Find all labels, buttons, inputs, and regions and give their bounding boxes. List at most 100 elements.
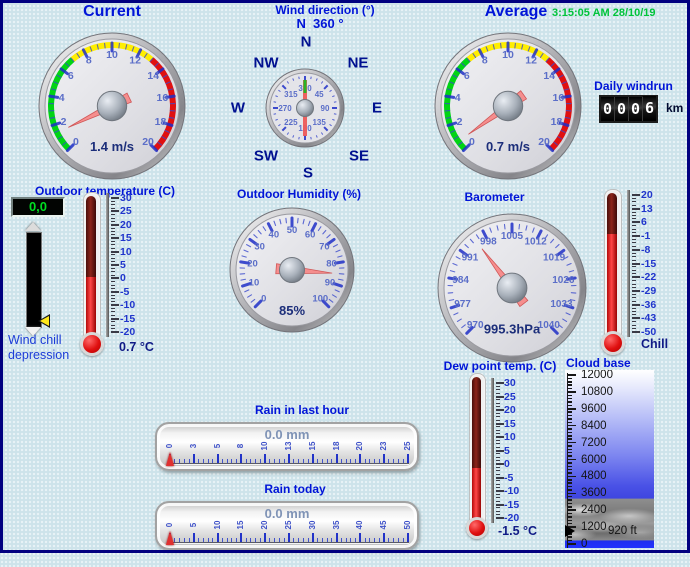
cardinal-sw: SW xyxy=(254,148,278,165)
svg-text:20: 20 xyxy=(247,259,258,270)
daily-windrun-label: Daily windrun xyxy=(586,79,681,93)
svg-text:4: 4 xyxy=(59,92,65,104)
cardinal-s: S xyxy=(303,165,313,182)
svg-text:2: 2 xyxy=(61,116,67,128)
svg-text:1005: 1005 xyxy=(501,231,524,242)
svg-text:0: 0 xyxy=(469,136,475,148)
dew-point-value: -1.5 °C xyxy=(498,524,537,538)
svg-text:0.7 m/s: 0.7 m/s xyxy=(486,139,530,154)
svg-text:40: 40 xyxy=(269,229,280,240)
svg-text:60: 60 xyxy=(305,229,316,240)
svg-text:1019: 1019 xyxy=(543,252,566,263)
svg-text:16: 16 xyxy=(553,92,565,104)
svg-text:14: 14 xyxy=(147,70,159,82)
slider-up-icon[interactable] xyxy=(25,222,41,231)
humidity-title: Outdoor Humidity (%) xyxy=(209,187,389,201)
odometer-digit: 0 xyxy=(629,97,643,121)
svg-text:50: 50 xyxy=(287,225,298,236)
svg-text:991: 991 xyxy=(462,252,479,263)
svg-text:984: 984 xyxy=(452,275,469,286)
windrun-odometer: 0006 xyxy=(599,95,658,123)
svg-text:18: 18 xyxy=(155,116,167,128)
rain-pointer-icon xyxy=(166,452,174,466)
svg-text:1026: 1026 xyxy=(552,275,575,286)
odometer-digit: 6 xyxy=(643,96,656,120)
current-wind-title: Current xyxy=(37,3,187,21)
svg-text:1012: 1012 xyxy=(524,237,547,248)
rain-pointer-icon xyxy=(166,531,174,545)
barometer-title: Barometer xyxy=(422,190,567,204)
odometer-digit: 0 xyxy=(615,97,629,121)
svg-text:225: 225 xyxy=(284,118,298,127)
weather-dashboard: { "window": { "timestamp": "3:15:05 AM 2… xyxy=(0,0,690,567)
humidity-gauge: 010 20 30 40 50 6070 80 90 100 85% xyxy=(228,206,356,334)
svg-text:270: 270 xyxy=(278,104,292,113)
svg-text:12: 12 xyxy=(129,55,141,67)
svg-text:90: 90 xyxy=(325,277,336,288)
cardinal-n: N xyxy=(301,34,312,51)
wind-direction-compass: 3604590135180225270315 xyxy=(264,67,346,149)
windrun-unit: km xyxy=(666,101,683,115)
barometer-gauge: 970 977 984 991998 10051012 1019 1026 1033 10409… xyxy=(436,212,588,364)
svg-text:4: 4 xyxy=(455,92,461,104)
svg-text:100: 100 xyxy=(312,293,328,304)
rain-last-hour-gauge: 0.0 mm 035810131518202325 xyxy=(155,422,419,471)
dew-point-title: Dew point temp. (C) xyxy=(430,359,570,373)
svg-text:14: 14 xyxy=(543,70,555,82)
cardinal-e: E xyxy=(372,100,382,117)
cardinal-w: W xyxy=(231,100,245,117)
svg-text:18: 18 xyxy=(551,116,563,128)
cardinal-se: SE xyxy=(349,148,369,165)
wind-direction-readout: N 360 ° xyxy=(240,16,400,31)
average-wind-gauge: 02 468 10 12 14 16 1820 0.7 m/s xyxy=(433,31,583,181)
odometer-digit: 0 xyxy=(601,97,615,121)
svg-text:90: 90 xyxy=(321,104,330,113)
svg-text:977: 977 xyxy=(454,299,471,310)
cloud-base-title: Cloud base xyxy=(566,356,628,370)
svg-text:8: 8 xyxy=(86,55,92,67)
svg-text:6: 6 xyxy=(464,70,470,82)
outdoor-temperature-thermometer: 302520151050-5-10-15-20 xyxy=(80,190,155,365)
dew-point-thermometer: 302520151050-5-10-15-20 xyxy=(465,373,540,543)
svg-text:45: 45 xyxy=(315,90,324,99)
svg-text:1.4 m/s: 1.4 m/s xyxy=(90,139,134,154)
chill-thermometer: 20136-1-8-15-22-29-36-43-50 xyxy=(600,185,675,360)
temperature-lcd: 0,0 xyxy=(11,197,65,217)
svg-text:20: 20 xyxy=(538,136,550,148)
svg-text:315: 315 xyxy=(284,90,298,99)
svg-text:135: 135 xyxy=(312,118,326,127)
cardinal-ne: NE xyxy=(348,55,369,72)
cloud-base-value: 920 ft xyxy=(608,525,637,537)
svg-text:70: 70 xyxy=(319,241,330,252)
svg-text:16: 16 xyxy=(157,92,169,104)
svg-text:1033: 1033 xyxy=(550,299,573,310)
svg-text:85%: 85% xyxy=(279,303,305,318)
timestamp: 3:15:05 AM 28/10/19 xyxy=(552,7,656,19)
svg-text:30: 30 xyxy=(254,241,265,252)
rain-today-title: Rain today xyxy=(195,482,395,496)
wind-chill-slider-pointer[interactable] xyxy=(38,314,51,328)
current-wind-gauge: 02 468 10 12 14 16 1820 1.4 m/s xyxy=(37,31,187,181)
svg-text:8: 8 xyxy=(482,55,488,67)
svg-text:995.3hPa: 995.3hPa xyxy=(484,322,541,337)
svg-text:6: 6 xyxy=(68,70,74,82)
svg-text:10: 10 xyxy=(249,277,260,288)
svg-text:10: 10 xyxy=(502,49,514,61)
svg-text:998: 998 xyxy=(480,237,497,248)
outdoor-temperature-value: 0.7 °C xyxy=(119,340,154,354)
svg-text:20: 20 xyxy=(142,136,154,148)
svg-text:0: 0 xyxy=(261,293,266,304)
cloud-base-gauge: 920 ft 012002400360048006000720084009600… xyxy=(565,370,654,548)
rain-today-gauge: 0.0 mm 05101520253035404550 xyxy=(155,501,419,550)
rain-last-hour-title: Rain in last hour xyxy=(202,403,402,417)
svg-text:1040: 1040 xyxy=(538,320,561,331)
svg-text:2: 2 xyxy=(457,116,463,128)
cloud-base-pointer-icon xyxy=(565,525,575,537)
chill-label: Chill xyxy=(641,337,668,351)
svg-text:10: 10 xyxy=(106,49,118,61)
wind-direction-title: Wind direction (°) xyxy=(240,3,410,17)
svg-text:970: 970 xyxy=(467,320,484,331)
svg-text:80: 80 xyxy=(326,259,337,270)
svg-text:12: 12 xyxy=(525,55,537,67)
svg-text:0: 0 xyxy=(73,136,79,148)
